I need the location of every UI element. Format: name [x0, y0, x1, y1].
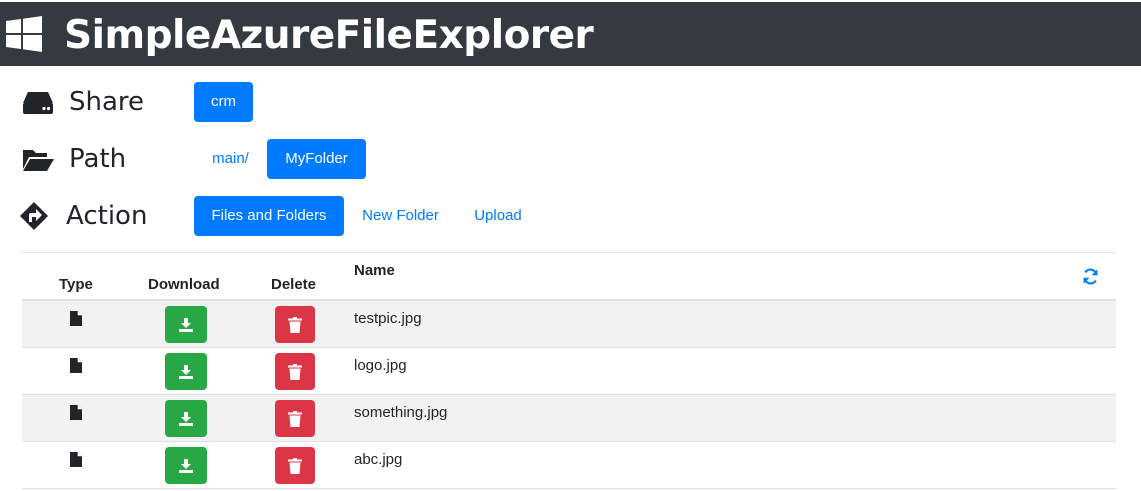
breadcrumb-myfolder[interactable]: MyFolder — [267, 139, 366, 179]
trash-icon — [288, 363, 302, 380]
folder-open-icon — [23, 150, 54, 171]
refresh-icon[interactable] — [1082, 268, 1099, 285]
share-label: Share — [69, 87, 145, 117]
delete-button[interactable] — [275, 400, 315, 437]
download-icon — [179, 411, 193, 426]
directions-icon — [20, 202, 48, 230]
file-icon — [70, 311, 82, 326]
path-row: Path main/ MyFolder — [0, 139, 1141, 179]
table-row: abc.jpg — [22, 442, 1116, 489]
download-button[interactable] — [165, 306, 207, 343]
header-delete: Delete — [271, 276, 317, 293]
download-button[interactable] — [165, 353, 207, 390]
delete-button[interactable] — [275, 353, 315, 390]
hdd-icon — [23, 92, 53, 114]
download-icon — [179, 458, 193, 473]
trash-icon — [288, 410, 302, 427]
table-row: logo.jpg — [22, 348, 1116, 395]
new-folder-button[interactable]: New Folder — [344, 196, 457, 236]
download-button[interactable] — [165, 400, 207, 437]
share-crm-button[interactable]: crm — [194, 82, 253, 122]
header-download: Download — [148, 276, 220, 293]
breadcrumb-main[interactable]: main/ — [194, 139, 267, 179]
download-button[interactable] — [165, 447, 207, 484]
file-icon — [70, 358, 82, 373]
share-row: Share crm — [0, 82, 1141, 122]
action-label: Action — [66, 201, 148, 231]
file-name[interactable]: something.jpg — [354, 404, 447, 421]
upload-button[interactable]: Upload — [457, 196, 539, 236]
file-icon — [70, 405, 82, 420]
trash-icon — [288, 457, 302, 474]
app-header: SimpleAzureFileExplorer — [0, 0, 1141, 66]
table-row: testpic.jpg — [22, 301, 1116, 348]
file-icon — [70, 452, 82, 467]
table-row: something.jpg — [22, 395, 1116, 442]
table-header: Type Download Delete Name — [22, 253, 1116, 301]
header-type: Type — [59, 276, 93, 293]
file-name[interactable]: logo.jpg — [354, 357, 407, 374]
download-icon — [179, 317, 193, 332]
action-row: Action Files and Folders New Folder Uplo… — [0, 196, 1141, 236]
header-name: Name — [354, 262, 395, 279]
delete-button[interactable] — [275, 447, 315, 484]
files-and-folders-button[interactable]: Files and Folders — [194, 196, 344, 236]
path-label: Path — [69, 144, 127, 174]
app-title: SimpleAzureFileExplorer — [64, 13, 594, 58]
trash-icon — [288, 316, 302, 333]
windows-icon — [6, 16, 42, 52]
file-table: Type Download Delete Name testpic.jpg lo… — [22, 252, 1116, 489]
delete-button[interactable] — [275, 306, 315, 343]
file-name[interactable]: abc.jpg — [354, 451, 402, 468]
download-icon — [179, 364, 193, 379]
file-name[interactable]: testpic.jpg — [354, 310, 422, 327]
